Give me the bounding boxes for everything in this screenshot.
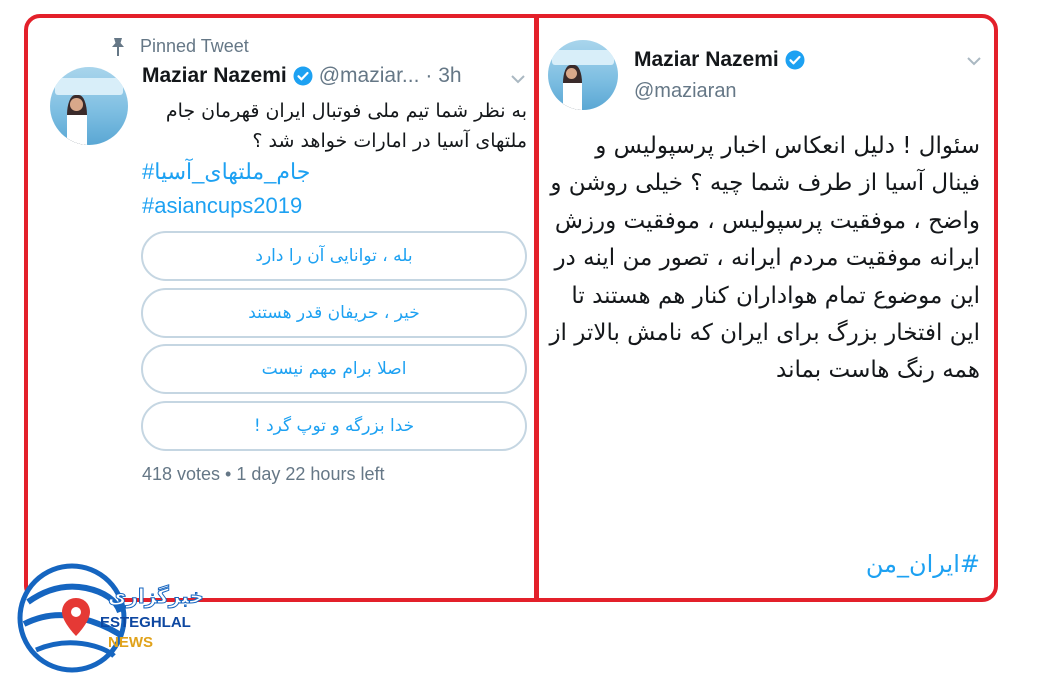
tweet-text: سئوال ! دلیل انعکاس اخبار پرسپولیس و فین… xyxy=(549,133,980,384)
tweet-time[interactable]: · 3h xyxy=(425,64,461,88)
author-name[interactable]: Maziar Nazemi xyxy=(634,48,779,72)
avatar[interactable] xyxy=(50,67,128,145)
author-name[interactable]: Maziar Nazemi xyxy=(142,64,287,88)
chevron-down-icon[interactable] xyxy=(966,56,982,66)
logo-esteghlal-text: ESTEGHLAL xyxy=(100,614,191,631)
logo-news-text: NEWS xyxy=(108,634,153,651)
hashtag-link[interactable]: #asiancups2019 xyxy=(142,193,302,219)
verified-badge-icon xyxy=(293,66,313,86)
poll-option[interactable]: اصلا برام مهم نیست xyxy=(141,344,527,394)
hashtag-link[interactable]: #ایران_من xyxy=(548,550,980,578)
author-handle[interactable]: @maziar... xyxy=(319,64,420,88)
pinned-tweet-header: Pinned Tweet xyxy=(110,36,249,57)
frame-divider xyxy=(534,14,539,602)
avatar[interactable] xyxy=(548,40,618,110)
poll-meta: 418 votes • 1 day 22 hours left xyxy=(142,464,385,484)
poll-option[interactable]: بله ، توانایی آن را دارد xyxy=(141,231,527,281)
esteghlal-news-logo: خبرگزاری ESTEGHLAL NEWS xyxy=(12,556,212,686)
tweet-author-row: Maziar Nazemi xyxy=(634,48,805,72)
tweet-author-row: Maziar Nazemi @maziar... · 3h xyxy=(142,64,527,88)
pinned-label: Pinned Tweet xyxy=(140,36,249,56)
chevron-down-icon[interactable] xyxy=(510,74,526,84)
logo-persian-text: خبرگزاری xyxy=(108,584,206,609)
verified-badge-icon xyxy=(785,50,805,70)
poll-option[interactable]: خیر ، حریفان قدر هستند xyxy=(141,288,527,338)
hashtag-link[interactable]: #جام_ملتهای_آسیا xyxy=(142,159,310,185)
poll-option[interactable]: خدا بزرگه و توپ گرد ! xyxy=(141,401,527,451)
pin-icon xyxy=(112,37,124,56)
author-handle[interactable]: @maziaran xyxy=(634,80,737,103)
tweet-text: به نظر شما تیم ملی فوتبال ایران قهرمان ج… xyxy=(165,100,527,152)
